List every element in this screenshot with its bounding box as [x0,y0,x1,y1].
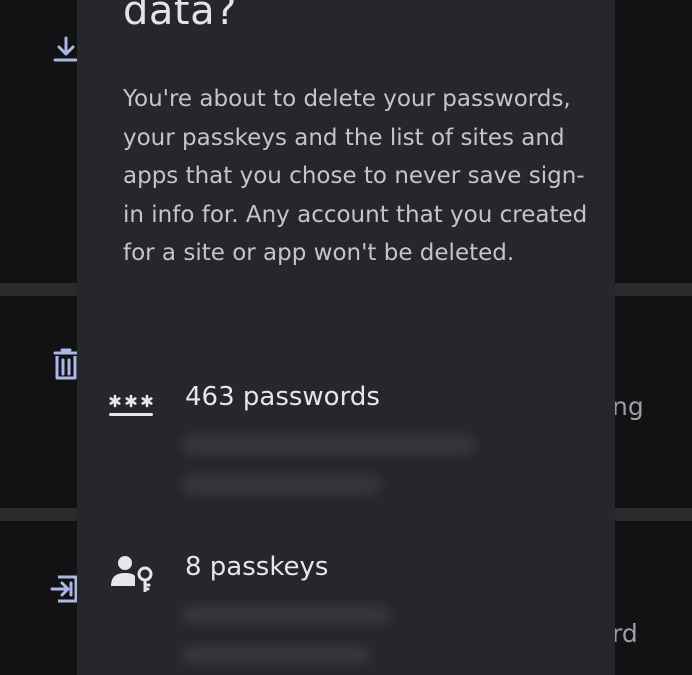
background-label-fragment: ng [612,392,644,421]
blurred-detail [181,645,371,665]
dialog-title: data? [123,0,237,34]
blurred-detail [181,435,476,455]
blurred-detail [181,605,391,625]
screen: ng rd data? You're about to delete your … [0,0,692,675]
blurred-detail [181,475,381,495]
background-label-fragment: rd [612,619,638,648]
passkey-person-icon [111,556,153,592]
passwords-count-label: 463 passwords [185,382,380,412]
dialog-body: You're about to delete your passwords, y… [123,86,588,266]
passkeys-count-label: 8 passkeys [185,552,329,582]
password-dots-icon [109,394,153,416]
delete-data-dialog: data? You're about to delete your passwo… [77,0,615,675]
